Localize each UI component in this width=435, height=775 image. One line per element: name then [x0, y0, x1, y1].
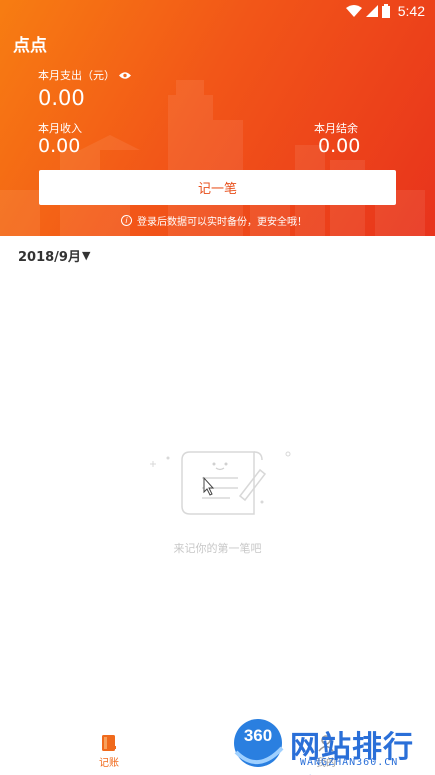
watermark-circle-text: 360: [243, 726, 273, 745]
expense-value: 0.00: [38, 86, 85, 110]
triangle-down-icon: ▼: [81, 249, 91, 262]
balance-label: 本月结余: [314, 122, 358, 135]
app-title: 点点: [13, 36, 47, 56]
nav-label-record: 记账: [99, 758, 119, 769]
signal-icon: [365, 5, 378, 17]
month-selector[interactable]: 2018/9月 ▼: [18, 246, 90, 265]
battery-icon: [381, 4, 390, 18]
record-button[interactable]: 记一笔: [39, 170, 396, 205]
month-value: 2018/9月: [18, 250, 81, 265]
login-tip-text: 登录后数据可以实时备份，更安全哦！: [137, 217, 307, 228]
login-tip[interactable]: i 登录后数据可以实时备份，更安全哦！: [121, 213, 307, 228]
status-bar: 5:42: [0, 0, 435, 25]
status-time: 5:42: [397, 3, 425, 19]
income-value: 0.00: [38, 135, 81, 157]
nav-item-record[interactable]: 记账: [79, 734, 139, 769]
header-banner: 5:42 点点 本月支出（元） 0.00 本月收入 0.00 本月结余 0.00…: [0, 0, 435, 236]
watermark-subtitle: WANGZHAN360.CN: [300, 757, 399, 768]
balance-value: 0.00: [318, 135, 361, 157]
empty-scroll-illustration: [150, 451, 291, 515]
eye-icon[interactable]: [119, 71, 131, 80]
expense-label: 本月支出（元）: [38, 67, 131, 83]
expense-label-text: 本月支出（元）: [38, 69, 115, 82]
wifi-icon: [345, 5, 362, 17]
empty-state-text: 来记你的第一笔吧: [173, 542, 262, 555]
status-icons: 5:42: [345, 3, 425, 19]
income-label: 本月收入: [38, 122, 82, 135]
info-icon: i: [121, 215, 132, 226]
ledger-book-icon: [102, 735, 116, 751]
